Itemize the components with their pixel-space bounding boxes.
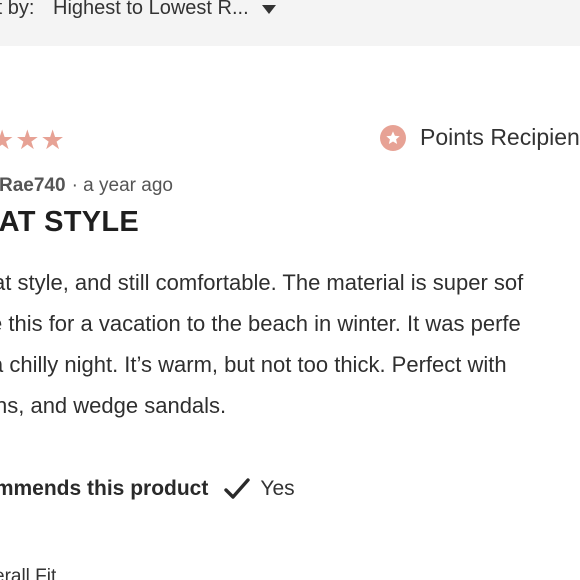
star-icon: ★ xyxy=(15,125,40,155)
star-badge-icon xyxy=(380,124,406,151)
review-body-line: ns, and wedge sandals. xyxy=(0,393,227,418)
review-page: rt by: Highest to Lowest R... ★ ★ ★ Poin… xyxy=(0,0,580,580)
star-icon: ★ xyxy=(40,125,65,155)
recommends-value: Yes xyxy=(260,477,295,500)
points-recipient-badge: Points Recipien xyxy=(380,124,580,151)
reviewer-line: Rae740 · a year ago xyxy=(0,175,173,197)
recommends-row: ommends this product Yes xyxy=(0,476,295,502)
review-body: at style, and still comfortable. The mat… xyxy=(0,262,580,426)
sort-label: rt by: xyxy=(0,0,35,19)
checkmark-icon xyxy=(224,478,251,499)
sort-dropdown-value[interactable]: Highest to Lowest R... xyxy=(53,0,249,20)
review-body-line: at style, and still comfortable. The mat… xyxy=(0,270,524,295)
recommends-label: ommends this product xyxy=(0,477,209,500)
chevron-down-icon[interactable] xyxy=(262,5,276,14)
star-rating: ★ ★ ★ xyxy=(0,127,65,154)
points-recipient-label: Points Recipien xyxy=(420,124,580,150)
review-title: EAT STYLE xyxy=(0,206,140,238)
overall-fit-label: erall Fit xyxy=(0,566,57,580)
review-timestamp: · a year ago xyxy=(71,175,173,196)
reviewer-name[interactable]: Rae740 xyxy=(0,175,66,196)
review-body-line: e this for a vacation to the beach in wi… xyxy=(0,311,521,336)
review-body-line: a chilly night. It’s warm, but not too t… xyxy=(0,352,507,377)
star-icon: ★ xyxy=(0,125,15,155)
sort-bar: rt by: Highest to Lowest R... xyxy=(0,0,580,46)
